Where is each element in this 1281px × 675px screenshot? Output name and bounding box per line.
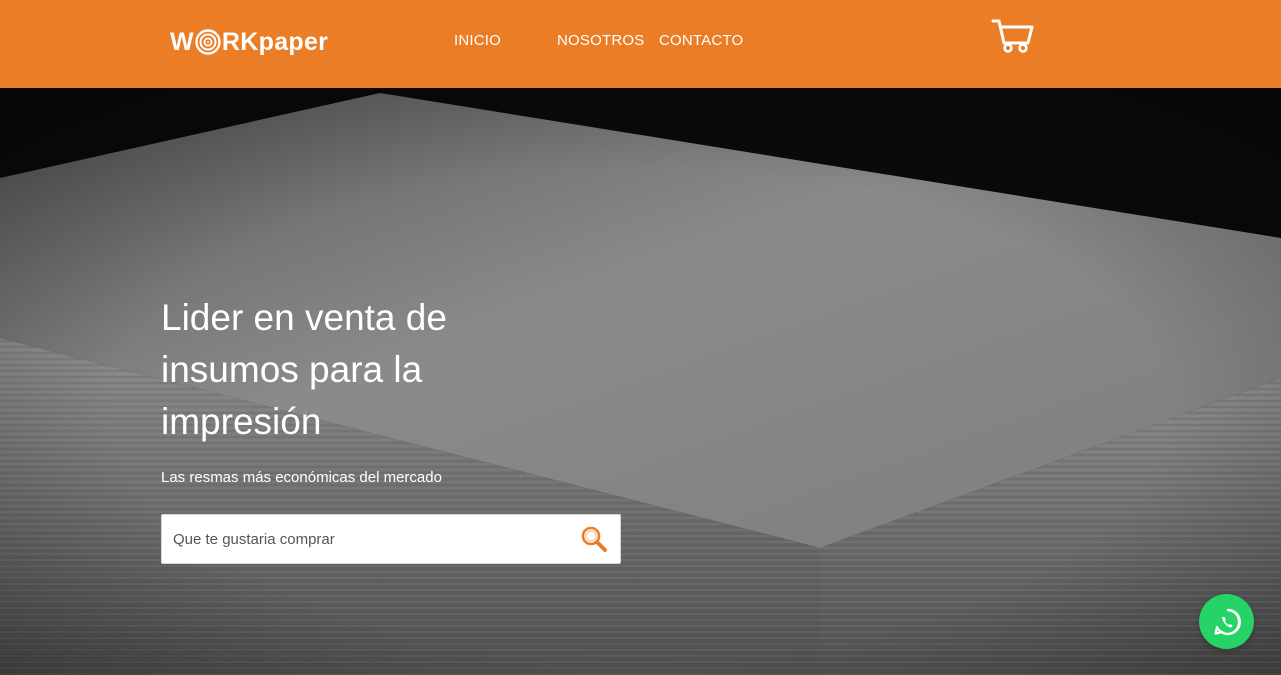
- whatsapp-icon: [1213, 608, 1241, 635]
- search-input[interactable]: [162, 515, 562, 563]
- logo-text-rk: RK: [221, 27, 259, 56]
- logo-target-icon: [195, 29, 221, 55]
- logo-text-paper: paper: [258, 27, 329, 56]
- workpaper-logo[interactable]: W RK paper: [170, 24, 328, 60]
- hero-headline: Lider en venta de insumos para la impres…: [161, 297, 447, 442]
- hero-section: Lider en venta de insumos para la impres…: [0, 88, 1281, 675]
- shopping-cart-icon[interactable]: [990, 16, 1036, 56]
- hero-subline: Las resmas más económicas del mercado: [161, 469, 442, 486]
- search-bar: [161, 514, 621, 564]
- whatsapp-button[interactable]: [1199, 594, 1254, 649]
- nav-nosotros[interactable]: NOSOTROS: [557, 32, 644, 49]
- magnifier-icon[interactable]: [580, 525, 608, 553]
- nav-contacto[interactable]: CONTACTO: [659, 32, 743, 49]
- nav-inicio[interactable]: INICIO: [454, 32, 501, 49]
- site-header: W RK paper INICIO NOSOTROS CONTACTO: [0, 0, 1281, 88]
- logo-text-w: W: [170, 27, 194, 56]
